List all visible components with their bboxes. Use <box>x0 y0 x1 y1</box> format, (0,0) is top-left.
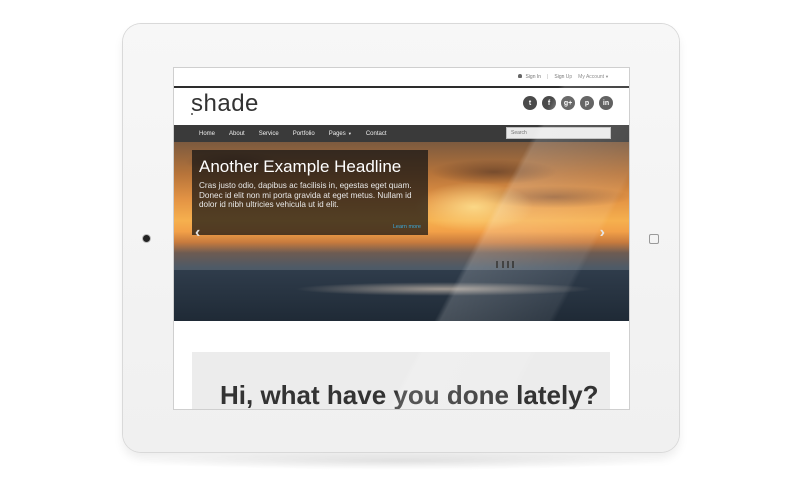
welcome-title: Hi, what have you done lately? <box>220 380 599 409</box>
nav-item-service[interactable]: Service <box>259 131 279 137</box>
hero-caption: Another Example Headline Cras justo odio… <box>192 150 428 235</box>
hero-carousel: Another Example Headline Cras justo odio… <box>174 142 629 321</box>
hero-wave <box>294 282 594 296</box>
chevron-right-icon[interactable]: › <box>600 224 605 242</box>
home-button[interactable] <box>649 234 659 244</box>
main-nav: Home About Service Portfolio Pages ▼ Con… <box>174 125 629 142</box>
nav-item-home[interactable]: Home <box>199 131 215 137</box>
my-account-dropdown[interactable]: My Account▼ <box>578 74 609 80</box>
camera-icon <box>143 235 150 242</box>
user-icon <box>518 74 523 78</box>
hero-body: Cras justo odio, dapibus ac facilisis in… <box>199 181 412 210</box>
nav-item-contact[interactable]: Contact <box>366 131 387 137</box>
welcome-panel: Hi, what have you done lately? <box>192 352 610 409</box>
tablet-shadow <box>130 452 672 470</box>
logo-dot <box>191 113 193 115</box>
sign-up-link[interactable]: Sign Up <box>554 74 572 80</box>
nav-item-pages[interactable]: Pages ▼ <box>329 131 352 137</box>
nav-item-portfolio[interactable]: Portfolio <box>293 131 315 137</box>
hero-headline: Another Example Headline <box>199 157 402 176</box>
google-plus-icon[interactable]: g+ <box>561 96 575 110</box>
pinterest-icon[interactable]: p <box>580 96 594 110</box>
learn-more-link[interactable]: Learn more <box>393 224 421 230</box>
social-icons: t f g+ p in <box>523 96 613 110</box>
facebook-icon[interactable]: f <box>542 96 556 110</box>
tablet-screen: Sign In | Sign Up My Account▼ shade t f … <box>174 68 629 409</box>
twitter-icon[interactable]: t <box>523 96 537 110</box>
sign-in-link[interactable]: Sign In <box>518 74 541 80</box>
top-bar: Sign In | Sign Up My Account▼ <box>174 68 629 88</box>
nav-item-about[interactable]: About <box>229 131 245 137</box>
account-links: Sign In | Sign Up My Account▼ <box>518 74 609 80</box>
caret-down-icon: ▼ <box>346 130 352 136</box>
separator: | <box>547 74 549 80</box>
search-input[interactable] <box>506 127 611 139</box>
linkedin-icon[interactable]: in <box>599 96 613 110</box>
hero-sun-glow <box>414 182 534 232</box>
caret-down-icon: ▼ <box>605 74 609 79</box>
chevron-left-icon[interactable]: ‹ <box>195 224 200 242</box>
site-logo[interactable]: shade <box>191 90 259 118</box>
hero-figures <box>496 260 516 268</box>
